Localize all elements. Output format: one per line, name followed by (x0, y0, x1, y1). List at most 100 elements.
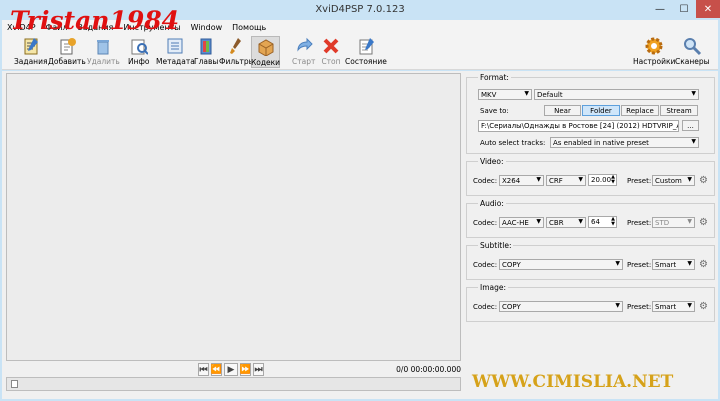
save-near-button[interactable]: Near (544, 105, 581, 116)
minimize-button[interactable]: — (648, 0, 672, 18)
chapters-icon (196, 36, 216, 56)
seek-bar[interactable] (6, 377, 461, 391)
spin-arrows-icon[interactable]: ▲ ▼ (611, 175, 615, 185)
scanners-label: Сканеры (675, 57, 710, 66)
chevron-down-icon: ▼ (691, 138, 696, 145)
subtitle-codec-value: COPY (502, 260, 521, 269)
seek-thumb[interactable] (11, 380, 18, 388)
subtitle-title: Subtitle: (478, 241, 514, 250)
watermark-site: WWW.CIMISLIA.NET (472, 372, 674, 392)
image-preset-label: Preset: (627, 302, 652, 311)
scanners-button[interactable]: Сканеры (675, 36, 710, 68)
save-replace-button[interactable]: Replace (621, 105, 659, 116)
chapters-button[interactable]: Главы (194, 36, 218, 68)
tasks-icon (21, 36, 41, 56)
play-button[interactable]: ▶ (224, 363, 238, 376)
delete-button[interactable]: Удалить (87, 36, 120, 68)
audio-codec-label: Codec: (473, 218, 498, 227)
audio-group: Audio: Codec: AAC-HE ▼ CBR ▼ 64 ▲ ▼ Preset: … (466, 199, 715, 238)
chevron-down-icon: ▼ (578, 176, 583, 183)
audio-codec-select[interactable]: AAC-HE ▼ (499, 217, 544, 228)
format-preset-select[interactable]: Default ▼ (534, 89, 699, 100)
start-button[interactable]: Старт (292, 36, 315, 68)
auto-select-value: As enabled in native preset (553, 138, 649, 147)
settings-panel: Format: MKV ▼ Default ▼ Save to: Near Fold… (463, 71, 718, 399)
auto-select-dropdown[interactable]: As enabled in native preset ▼ (550, 137, 699, 148)
chevron-down-icon: ▼ (687, 218, 692, 225)
time-readout: 0/0 00:00:00.000 (396, 365, 461, 374)
audio-preset-select[interactable]: STD ▼ (652, 217, 695, 228)
rewind-button[interactable]: ⏪ (211, 363, 222, 376)
subtitle-settings-gear-icon[interactable]: ⚙ (698, 259, 709, 270)
chevron-down-icon: ▼ (524, 90, 529, 97)
video-codec-select[interactable]: X264 ▼ (499, 175, 544, 186)
image-preset-select[interactable]: Smart ▼ (652, 301, 695, 312)
maximize-button[interactable]: ☐ (672, 0, 696, 18)
play-icon: ▶ (227, 364, 235, 375)
video-mode-select[interactable]: CRF ▼ (546, 175, 586, 186)
audio-settings-gear-icon[interactable]: ⚙ (698, 217, 709, 228)
state-button[interactable]: Состояние (345, 36, 387, 68)
spin-arrows-icon[interactable]: ▲ ▼ (611, 217, 615, 227)
settings-label: Настройки (633, 57, 676, 66)
maximize-icon: ☐ (679, 3, 689, 15)
metadata-label: Метадата (156, 57, 195, 66)
tasks-button[interactable]: Задания (14, 36, 47, 68)
video-crf-stepper[interactable]: 20.00 ▲ ▼ (588, 174, 617, 186)
container-select[interactable]: MKV ▼ (478, 89, 532, 100)
audio-bitrate-stepper[interactable]: 64 ▲ ▼ (588, 216, 617, 228)
codecs-button[interactable]: Кодеки (251, 36, 280, 68)
settings-button[interactable]: Настройки (633, 36, 675, 68)
watermark-nickname: Tristan1984 (10, 6, 180, 35)
output-path-field[interactable]: F:\Сериалы\Однажды в Ростове [24] (2012)… (478, 120, 679, 132)
save-folder-button[interactable]: Folder (582, 105, 620, 116)
chevron-down-icon: ▼ (687, 176, 692, 183)
frame-forward-button[interactable]: ⏭ (253, 363, 264, 376)
forward-button[interactable]: ⏩ (240, 363, 251, 376)
video-preset-select[interactable]: Custom ▼ (652, 175, 695, 186)
add-button[interactable]: Добавить (48, 36, 86, 68)
menu-help[interactable]: Помощь (227, 23, 271, 32)
image-settings-gear-icon[interactable]: ⚙ (698, 301, 709, 312)
chevron-down-icon: ▼ (536, 218, 541, 225)
codecs-label: Кодеки (250, 58, 281, 67)
chevron-down-icon: ▼ (578, 218, 583, 225)
close-icon: ✕ (703, 3, 713, 15)
audio-mode-select[interactable]: CBR ▼ (546, 217, 586, 228)
format-group: Format: MKV ▼ Default ▼ Save to: Near Fold… (466, 73, 715, 154)
image-codec-select[interactable]: COPY ▼ (499, 301, 623, 312)
info-button[interactable]: Инфо (128, 36, 150, 68)
stop-button[interactable]: Стоп (321, 36, 341, 68)
menu-window[interactable]: Window (186, 23, 228, 32)
subtitle-codec-select[interactable]: COPY ▼ (499, 259, 623, 270)
video-preview[interactable] (6, 73, 461, 361)
subtitle-preset-label: Preset: (627, 260, 652, 269)
image-group: Image: Codec: COPY ▼ Preset: Smart ▼ ⚙ (466, 283, 715, 322)
video-mode-value: CRF (549, 176, 563, 185)
rewind-icon: ⏪ (210, 364, 223, 375)
frame-back-button[interactable]: ⏮ (198, 363, 209, 376)
metadata-button[interactable]: Метадата (156, 36, 195, 68)
subtitle-group: Subtitle: Codec: COPY ▼ Preset: Smart ▼ ⚙ (466, 241, 715, 280)
format-title: Format: (478, 73, 511, 82)
chevron-down-icon: ▼ (687, 260, 692, 267)
browse-button[interactable]: ... (682, 120, 699, 131)
video-settings-gear-icon[interactable]: ⚙ (698, 175, 709, 186)
main-area: ⏮ ⏪ ▶ ⏩ ⏭ 0/0 00:00:00.000 Format: MKV ▼ … (2, 71, 718, 399)
subtitle-preset-select[interactable]: Smart ▼ (652, 259, 695, 270)
chevron-down-icon: ▼ (691, 90, 696, 97)
filters-icon (227, 36, 247, 56)
image-title: Image: (478, 283, 509, 292)
close-button[interactable]: ✕ (696, 0, 720, 18)
delete-label: Удалить (87, 57, 120, 66)
video-crf-value: 20.00 (591, 176, 612, 184)
trash-icon (93, 36, 113, 56)
chevron-down-icon: ▼ (615, 260, 620, 267)
filters-button[interactable]: Фильтры (219, 36, 255, 68)
image-codec-label: Codec: (473, 302, 498, 311)
chevron-down-icon: ▼ (687, 302, 692, 309)
chevron-down-icon: ▼ (615, 302, 620, 309)
video-codec-value: X264 (502, 176, 521, 185)
save-stream-button[interactable]: Stream (660, 105, 698, 116)
start-arrow-icon (294, 36, 314, 56)
